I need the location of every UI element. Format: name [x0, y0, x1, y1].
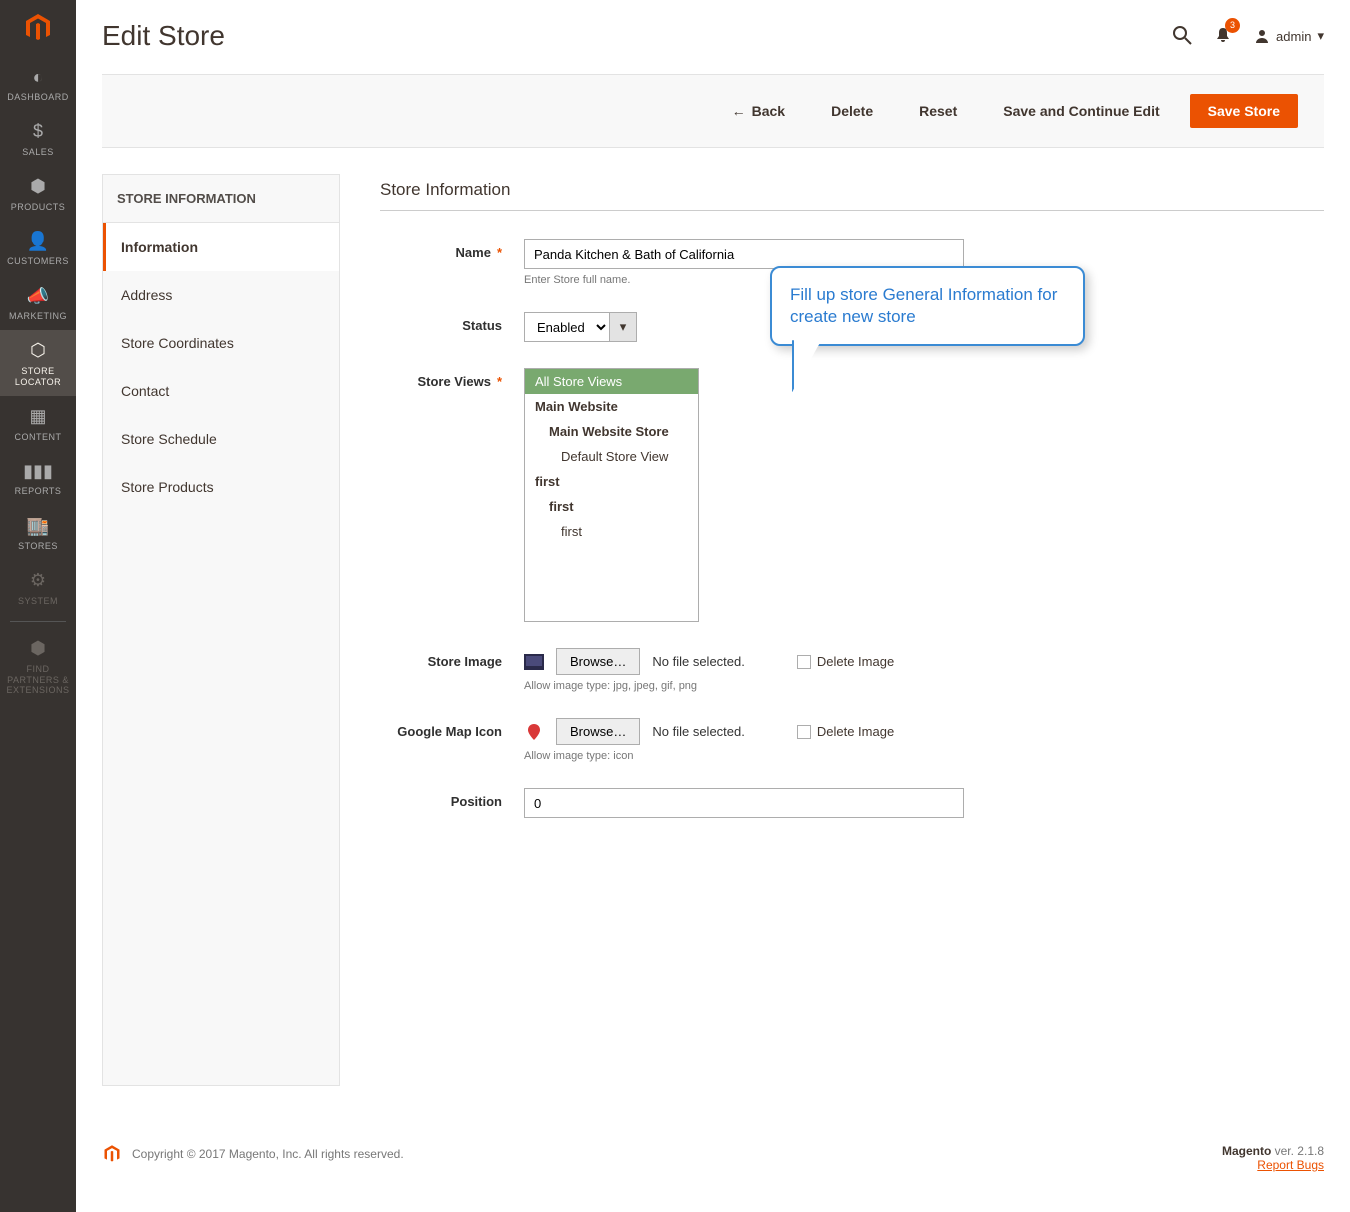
person-icon: 👤: [27, 230, 49, 252]
map-icon-status: No file selected.: [652, 724, 745, 739]
form-area: Store Information Name Enter Store full …: [380, 174, 1324, 1086]
reset-button[interactable]: Reset: [903, 95, 973, 127]
back-button[interactable]: ←Back: [716, 95, 801, 127]
form-section-title: Store Information: [380, 180, 1324, 211]
footer-version: ver. 2.1.8: [1271, 1144, 1324, 1158]
name-input[interactable]: [524, 239, 964, 269]
user-menu[interactable]: admin ▾: [1254, 28, 1324, 44]
search-button[interactable]: [1172, 25, 1192, 48]
magento-logo[interactable]: [0, 0, 76, 56]
report-bugs-link[interactable]: Report Bugs: [1257, 1158, 1324, 1172]
nav-marketing[interactable]: 📣MARKETING: [0, 275, 76, 330]
ms-main-store[interactable]: Main Website Store: [525, 419, 698, 444]
map-icon-browse[interactable]: Browse…: [556, 718, 640, 745]
store-image-browse[interactable]: Browse…: [556, 648, 640, 675]
nav-sales[interactable]: $SALES: [0, 111, 76, 166]
user-icon: [1254, 28, 1270, 44]
nav-customers[interactable]: 👤CUSTOMERS: [0, 220, 76, 275]
admin-sidebar: ◐DASHBOARD $SALES ⬢PRODUCTS 👤CUSTOMERS 📣…: [0, 0, 76, 1212]
store-views-multiselect[interactable]: All Store Views Main Website Main Websit…: [524, 368, 699, 622]
nav-find-partners[interactable]: ⬢FIND PARTNERS & EXTENSIONS: [0, 628, 76, 704]
dollar-icon: $: [33, 121, 43, 143]
nav-system[interactable]: ⚙SYSTEM: [0, 560, 76, 615]
map-pin-icon: [524, 722, 544, 742]
megaphone-icon: 📣: [27, 285, 49, 307]
nav-dashboard[interactable]: ◐DASHBOARD: [0, 56, 76, 111]
arrow-left-icon: ←: [732, 103, 746, 119]
caret-down-icon: ▾: [620, 319, 627, 335]
layout-icon: ▦: [29, 406, 46, 428]
position-label: Position: [380, 788, 524, 809]
tab-products[interactable]: Store Products: [103, 463, 339, 511]
action-toolbar: ←Back Delete Reset Save and Continue Edi…: [102, 74, 1324, 148]
nav-store-locator[interactable]: ⬡STORE LOCATOR: [0, 330, 76, 396]
tab-contact[interactable]: Contact: [103, 367, 339, 415]
save-button[interactable]: Save Store: [1190, 94, 1298, 128]
delete-map-icon-checkbox[interactable]: [797, 725, 811, 739]
notifications-button[interactable]: 3: [1214, 26, 1232, 47]
nav-content[interactable]: ▦CONTENT: [0, 396, 76, 451]
store-image-hint: Allow image type: jpg, jpeg, gif, png: [524, 680, 964, 692]
cube-icon: ⬢: [30, 176, 46, 198]
map-icon-label: Google Map Icon: [380, 718, 524, 739]
copyright: Copyright © 2017 Magento, Inc. All right…: [132, 1147, 404, 1161]
ms-all-views[interactable]: All Store Views: [525, 369, 698, 394]
tabs-title: STORE INFORMATION: [103, 175, 339, 223]
position-input[interactable]: [524, 788, 964, 818]
magento-logo-icon: [102, 1144, 122, 1164]
status-dropdown-toggle[interactable]: ▾: [609, 312, 637, 342]
nav-stores[interactable]: 🏬STORES: [0, 505, 76, 560]
page-footer: Copyright © 2017 Magento, Inc. All right…: [76, 1112, 1350, 1212]
cube-icon: ⬡: [30, 340, 46, 362]
gauge-icon: ◐: [33, 66, 44, 88]
delete-button[interactable]: Delete: [815, 95, 889, 127]
status-label: Status: [380, 312, 524, 333]
nav-reports[interactable]: ▮▮▮REPORTS: [0, 450, 76, 505]
ms-first-store[interactable]: first: [525, 494, 698, 519]
page-title: Edit Store: [102, 20, 225, 52]
gear-icon: ⚙: [30, 570, 46, 592]
nav-separator: [10, 621, 66, 622]
delete-store-image-checkbox[interactable]: [797, 655, 811, 669]
tabs-panel: STORE INFORMATION Information Address St…: [102, 174, 340, 1086]
notification-badge: 3: [1225, 18, 1240, 33]
ms-main-website[interactable]: Main Website: [525, 394, 698, 419]
ms-first-site[interactable]: first: [525, 469, 698, 494]
tab-schedule[interactable]: Store Schedule: [103, 415, 339, 463]
footer-brand: Magento: [1222, 1144, 1271, 1158]
save-continue-button[interactable]: Save and Continue Edit: [987, 95, 1175, 127]
name-label: Name: [380, 239, 524, 260]
store-views-label: Store Views: [380, 368, 524, 389]
map-icon-hint: Allow image type: icon: [524, 750, 964, 762]
caret-down-icon: ▾: [1317, 28, 1324, 44]
ms-default-view[interactable]: Default Store View: [525, 444, 698, 469]
search-icon: [1172, 25, 1192, 45]
ms-first-view[interactable]: first: [525, 519, 698, 544]
username: admin: [1276, 29, 1311, 44]
image-thumbnail: [524, 652, 544, 672]
tab-address[interactable]: Address: [103, 271, 339, 319]
help-callout: Fill up store General Information for cr…: [770, 266, 1085, 346]
store-image-label: Store Image: [380, 648, 524, 669]
nav-products[interactable]: ⬢PRODUCTS: [0, 166, 76, 221]
cube-icon: ⬢: [30, 638, 46, 660]
status-select[interactable]: Enabled: [524, 312, 609, 342]
storefront-icon: 🏬: [27, 515, 49, 537]
tab-coordinates[interactable]: Store Coordinates: [103, 319, 339, 367]
store-image-status: No file selected.: [652, 654, 745, 669]
bars-icon: ▮▮▮: [23, 460, 53, 482]
tab-information[interactable]: Information: [103, 223, 339, 271]
